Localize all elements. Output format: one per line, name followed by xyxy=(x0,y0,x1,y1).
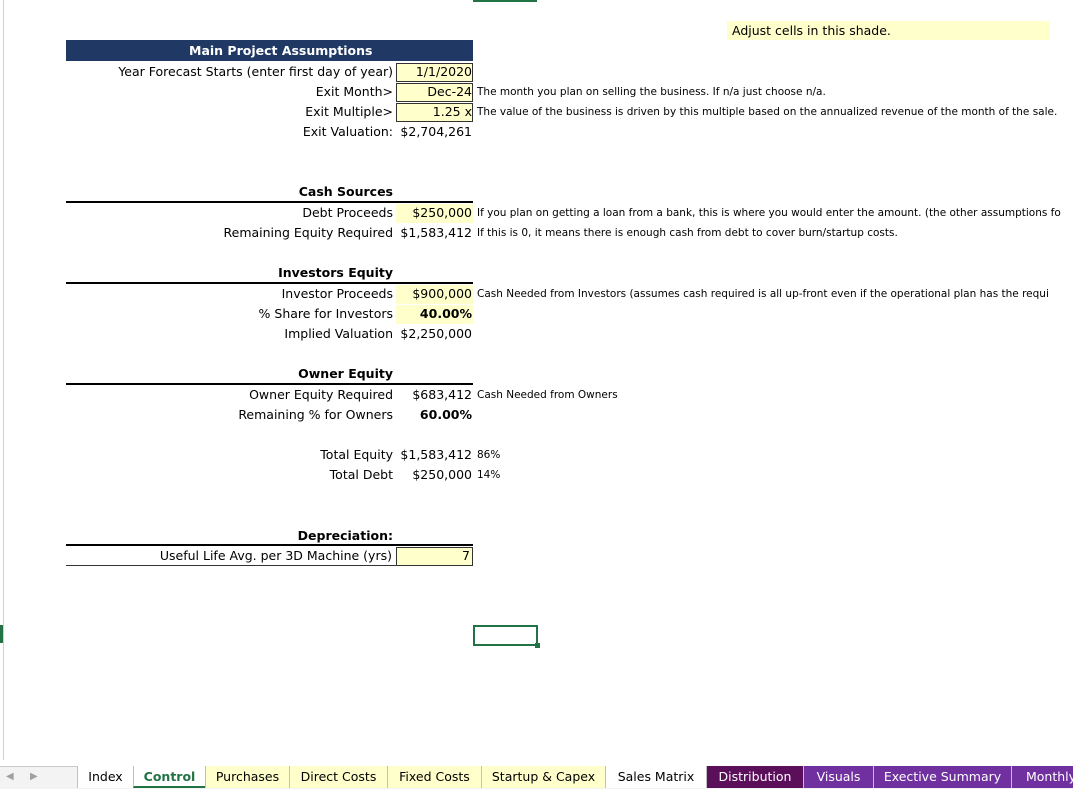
forecast-start-label: Year Forecast Starts (enter first day of… xyxy=(118,64,393,79)
debt-proceeds-note: If you plan on getting a loan from a ban… xyxy=(477,207,1061,219)
useful-life-label: Useful Life Avg. per 3D Machine (yrs) xyxy=(159,548,392,563)
investors-equity-rule xyxy=(66,282,473,284)
total-equity-label: Total Equity xyxy=(320,447,393,462)
total-debt-label: Total Debt xyxy=(329,467,393,482)
tab-fixed-costs[interactable]: Fixed Costs xyxy=(387,766,481,788)
tab-direct-costs[interactable]: Direct Costs xyxy=(289,766,387,788)
depreciation-title: Depreciation: xyxy=(297,528,393,543)
investor-proceeds-label: Investor Proceeds xyxy=(281,286,393,301)
total-debt-pct: 14% xyxy=(477,469,501,481)
row-selection-marker xyxy=(0,625,3,643)
selected-cell[interactable] xyxy=(473,625,538,646)
exit-valuation-label: Exit Valuation: xyxy=(302,124,393,139)
investor-share-label: % Share for Investors xyxy=(258,306,393,321)
column-selection-marker xyxy=(473,0,537,2)
tab-index[interactable]: Index xyxy=(77,766,133,788)
investor-share-value: 40.00% xyxy=(419,306,472,321)
investor-proceeds-note: Cash Needed from Investors (assumes cash… xyxy=(477,288,1049,300)
tab-monthly[interactable]: Monthly xyxy=(1011,766,1073,788)
remaining-equity-value: $1,583,412 xyxy=(400,225,472,240)
total-equity-value: $1,583,412 xyxy=(400,447,472,462)
scroll-tabs-right-icon[interactable]: ▶ xyxy=(30,770,38,784)
debt-proceeds-value: $250,000 xyxy=(412,205,472,220)
tab-visuals[interactable]: Visuals xyxy=(803,766,873,788)
exit-month-note: The month you plan on selling the busine… xyxy=(477,86,826,98)
main-assumptions-title: Main Project Assumptions xyxy=(189,43,373,58)
exit-multiple-label: Exit Multiple> xyxy=(305,104,393,119)
exit-multiple-value: 1.25 x xyxy=(432,104,472,119)
exit-month-value: Dec-24 xyxy=(427,84,472,99)
tab-distribution[interactable]: Distribution xyxy=(706,766,803,788)
exit-month-label: Exit Month> xyxy=(315,84,393,99)
owner-remaining-label: Remaining % for Owners xyxy=(238,407,393,422)
implied-valuation-value: $2,250,000 xyxy=(400,326,472,341)
owner-equity-required-label: Owner Equity Required xyxy=(249,387,393,402)
tab-control[interactable]: Control xyxy=(133,766,205,788)
owner-equity-required-value: $683,412 xyxy=(412,387,472,402)
tab-purchases[interactable]: Purchases xyxy=(205,766,289,788)
owner-remaining-value: 60.00% xyxy=(419,407,472,422)
owner-equity-required-note: Cash Needed from Owners xyxy=(477,389,618,401)
depreciation-rule xyxy=(66,544,473,546)
exit-valuation-value: $2,704,261 xyxy=(400,124,472,139)
tab-exective-summary[interactable]: Exective Summary xyxy=(873,766,1011,788)
total-debt-value: $250,000 xyxy=(412,467,472,482)
remaining-equity-note: If this is 0, it means there is enough c… xyxy=(477,227,898,239)
investor-proceeds-value: $900,000 xyxy=(412,286,472,301)
remaining-equity-label: Remaining Equity Required xyxy=(223,225,393,240)
tab-sales-matrix[interactable]: Sales Matrix xyxy=(605,766,706,788)
total-equity-pct: 86% xyxy=(477,449,501,461)
cash-sources-title: Cash Sources xyxy=(298,184,393,199)
forecast-start-value: 1/1/2020 xyxy=(415,64,472,79)
cash-sources-rule xyxy=(66,201,473,203)
owner-equity-title: Owner Equity xyxy=(298,366,393,381)
sheet-left-edge xyxy=(0,0,4,760)
owner-equity-rule xyxy=(66,383,473,385)
scroll-tabs-left-icon[interactable]: ◀ xyxy=(6,770,14,784)
shade-legend-text: Adjust cells in this shade. xyxy=(732,23,891,38)
tab-startup-capex[interactable]: Startup & Capex xyxy=(481,766,605,788)
useful-life-value: 7 xyxy=(462,548,470,563)
exit-multiple-note: The value of the business is driven by t… xyxy=(477,106,1058,118)
implied-valuation-label: Implied Valuation xyxy=(284,326,393,341)
debt-proceeds-label: Debt Proceeds xyxy=(302,205,393,220)
investors-equity-title: Investors Equity xyxy=(278,265,393,280)
fill-handle[interactable] xyxy=(535,643,540,648)
